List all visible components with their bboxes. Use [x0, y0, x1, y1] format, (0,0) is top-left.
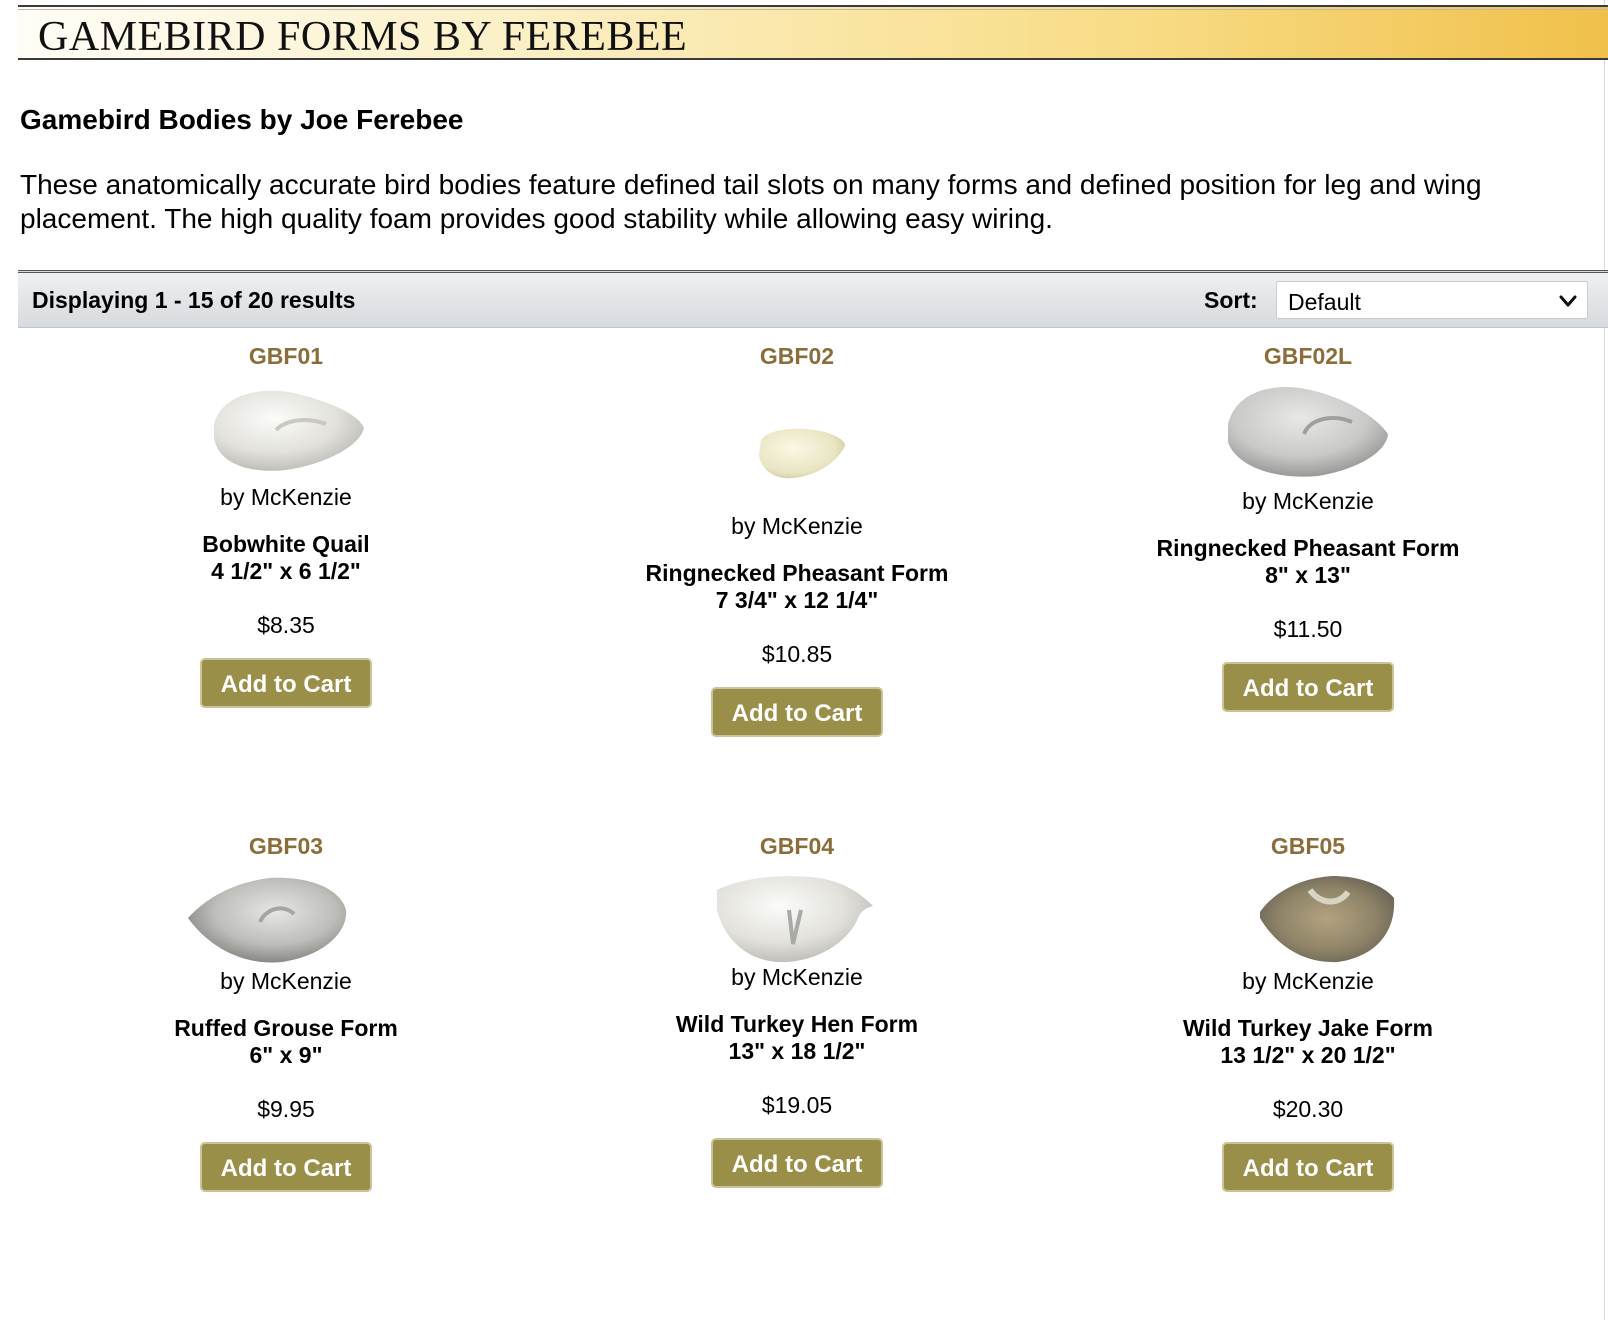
product-price: $11.50 — [1273, 616, 1343, 642]
product-brand: by McKenzie — [1242, 968, 1374, 994]
product-brand: by McKenzie — [1242, 488, 1374, 514]
product-image[interactable] — [1048, 382, 1568, 482]
product-brand: by McKenzie — [731, 513, 863, 539]
product-image[interactable] — [1048, 870, 1568, 966]
product-size: 4 1/2" x 6 1/2" — [211, 558, 361, 584]
product-name[interactable]: Wild Turkey Jake Form — [1048, 1014, 1568, 1042]
add-to-cart-button[interactable]: Add to Cart — [711, 1138, 883, 1188]
product-card: GBF05 by McKenzie Wild Turkey Jake Form … — [1048, 830, 1568, 1220]
category-description: These anatomically accurate bird bodies … — [20, 169, 1482, 234]
add-to-cart-button[interactable]: Add to Cart — [1222, 1142, 1394, 1192]
product-name[interactable]: Ringnecked Pheasant Form — [537, 559, 1057, 587]
product-name[interactable]: Bobwhite Quail — [26, 530, 546, 558]
results-count: Displaying 1 - 15 of 20 results — [32, 287, 356, 313]
product-image[interactable] — [26, 870, 546, 966]
chevron-down-icon — [1559, 295, 1577, 307]
product-sku[interactable]: GBF04 — [537, 832, 1057, 860]
product-image[interactable] — [537, 422, 1057, 482]
page-edge-divider — [1604, 0, 1605, 1320]
sort-selected-value: Default — [1288, 289, 1361, 315]
product-sku[interactable]: GBF02 — [537, 342, 1057, 370]
add-to-cart-button[interactable]: Add to Cart — [200, 658, 372, 708]
page: GAMEBIRD FORMS BY FEREBEE Gamebird Bodie… — [18, 0, 1608, 1320]
product-size: 13 1/2" x 20 1/2" — [1220, 1042, 1396, 1068]
product-name[interactable]: Ringnecked Pheasant Form — [1048, 534, 1568, 562]
product-card: GBF03 by McKenzie Ruffed Grouse Form 6" … — [26, 830, 546, 1220]
product-size: 6" x 9" — [249, 1042, 323, 1068]
product-sku[interactable]: GBF03 — [26, 832, 546, 860]
product-price: $10.85 — [761, 641, 833, 667]
product-name[interactable]: Ruffed Grouse Form — [26, 1014, 546, 1042]
product-brand: by McKenzie — [731, 964, 863, 990]
sort-label: Sort: — [1204, 287, 1258, 313]
product-price: $19.05 — [761, 1092, 833, 1118]
page-title: GAMEBIRD FORMS BY FEREBEE — [38, 14, 688, 60]
product-sku[interactable]: GBF01 — [26, 342, 546, 370]
product-size: 8" x 13" — [1265, 562, 1351, 588]
add-to-cart-button[interactable]: Add to Cart — [200, 1142, 372, 1192]
banner-rule — [18, 9, 1608, 10]
add-to-cart-button[interactable]: Add to Cart — [711, 687, 883, 737]
product-image[interactable] — [537, 870, 1057, 966]
product-price: $20.30 — [1272, 1096, 1344, 1122]
product-card: GBF02L by McKenzie Ringnecked Pheasant F… — [1048, 340, 1568, 730]
results-toolbar: Displaying 1 - 15 of 20 results Sort: De… — [18, 270, 1608, 328]
product-size: 7 3/4" x 12 1/4" — [715, 587, 879, 613]
product-brand: by McKenzie — [220, 484, 352, 510]
product-card: GBF02 by McKenzie Ringnecked Pheasant Fo… — [537, 340, 1057, 750]
product-card: GBF04 by McKenzie Wild Turkey Hen Form 1… — [537, 830, 1057, 1220]
section-subtitle: Gamebird Bodies by Joe Ferebee — [20, 104, 464, 135]
sort-select[interactable]: Default — [1276, 281, 1588, 319]
add-to-cart-button[interactable]: Add to Cart — [1222, 662, 1394, 712]
header-banner: GAMEBIRD FORMS BY FEREBEE — [18, 5, 1608, 60]
product-card: GBF01 by McKenzie Bobwhite Quail 4 1/2" … — [26, 340, 546, 720]
product-price: $8.35 — [257, 612, 315, 638]
product-sku[interactable]: GBF02L — [1048, 342, 1568, 370]
product-brand: by McKenzie — [220, 968, 352, 994]
product-name[interactable]: Wild Turkey Hen Form — [537, 1010, 1057, 1038]
product-image[interactable] — [26, 384, 546, 476]
product-sku[interactable]: GBF05 — [1048, 832, 1568, 860]
product-size: 13" x 18 1/2" — [728, 1038, 866, 1064]
product-price: $9.95 — [257, 1096, 315, 1122]
